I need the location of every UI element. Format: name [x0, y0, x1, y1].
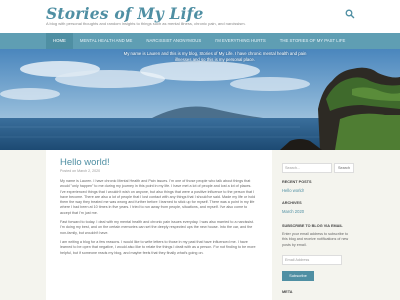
post-meta: Posted on March 2, 2020 [60, 169, 101, 173]
subscribe-description: Enter your email address to subscribe to… [282, 232, 349, 247]
main-nav: Home Mental Health and Me Narcissist Ano… [0, 33, 400, 49]
site-header: Stories of My Life A blog with personal … [0, 0, 400, 33]
hero-landscape-image [0, 49, 400, 150]
nav-item-everything-hurts[interactable]: I'm Everything Hurts [208, 33, 273, 49]
post-paragraph: Fast forward to today. I deal with my me… [60, 220, 254, 235]
nav-item-past-life[interactable]: The Stories of My Past Life [273, 33, 353, 49]
site-tagline: A blog with personal thoughts and random… [46, 21, 246, 26]
archives-heading: Archives [282, 201, 302, 205]
archive-link[interactable]: March 2020 [282, 209, 304, 214]
post-title[interactable]: Hello world! [60, 157, 110, 168]
post-paragraph: My name is Lauren. I have chronic Mental… [60, 179, 256, 215]
nav-item-home[interactable]: Home [46, 33, 73, 49]
subscribe-button[interactable]: Subscribe [282, 271, 314, 281]
nav-item-mental-health[interactable]: Mental Health and Me [73, 33, 139, 49]
sidebar-search-input[interactable]: Search... [282, 163, 332, 173]
subscribe-email-input[interactable]: Email Address [282, 255, 342, 265]
search-icon[interactable] [345, 9, 355, 19]
meta-heading: Meta [282, 290, 293, 294]
subscribe-heading: Subscribe to Blog via Email [282, 224, 343, 228]
hero-banner: My name is Lauren and this is my blog, S… [0, 49, 400, 150]
hero-intro-text: My name is Lauren and this is my blog, S… [123, 51, 307, 62]
sidebar-search-button[interactable]: Search [334, 163, 354, 173]
recent-post-link[interactable]: Hello world! [282, 188, 304, 193]
post-content: Hello world! Posted on March 2, 2020 My … [46, 150, 272, 300]
post-paragraph: I am writing a blog for a few reasons. I… [60, 239, 256, 255]
recent-posts-heading: Recent Posts [282, 180, 312, 184]
nav-item-narcissist-anonymous[interactable]: Narcissist Anonymous [139, 33, 208, 49]
